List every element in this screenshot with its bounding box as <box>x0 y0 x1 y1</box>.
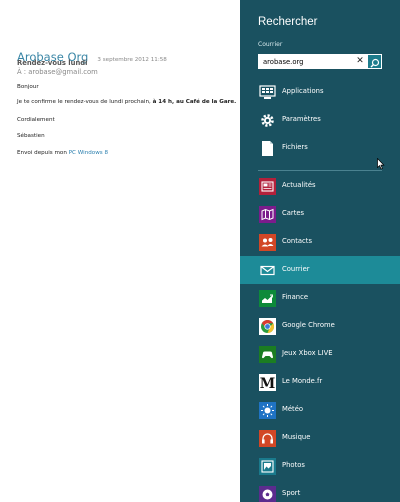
music-icon <box>259 430 276 447</box>
app-google-chrome[interactable]: Google Chrome <box>240 312 400 340</box>
settings-label: Paramètres <box>282 115 321 123</box>
app-xbox-games[interactable]: Jeux Xbox LIVE <box>240 340 400 368</box>
app-label: Courrier <box>282 265 310 273</box>
mail-closing: Cordialement <box>17 117 55 123</box>
applications-label: Applications <box>282 87 324 95</box>
app-contacts[interactable]: Contacts <box>240 228 400 256</box>
app-finance[interactable]: Finance <box>240 284 400 312</box>
mail-recipient: À : arobase@gmail.com <box>17 68 98 76</box>
search-box: ✕ <box>258 54 378 69</box>
mail-reading-pane: Arobase Org 3 septembre 2012 11:58 Rende… <box>0 0 240 502</box>
search-scope-files[interactable]: Fichiers <box>240 134 400 162</box>
settings-gear-icon <box>259 112 276 129</box>
app-label: Actualités <box>282 181 316 189</box>
mouse-pointer-icon <box>377 158 385 170</box>
mail-signature: Sébastien <box>17 133 45 139</box>
app-news[interactable]: Actualités <box>240 172 400 200</box>
app-label: Contacts <box>282 237 312 245</box>
mail-body-prefix: Je te confirme le rendez-vous de lundi p… <box>17 99 153 105</box>
search-button[interactable] <box>367 54 382 69</box>
app-label: Google Chrome <box>282 321 335 329</box>
app-label: Météo <box>282 405 304 413</box>
app-music[interactable]: Musique <box>240 424 400 452</box>
mail-sent-from-prefix: Envoi depuis mon <box>17 150 69 156</box>
app-label: Finance <box>282 293 309 301</box>
app-le-monde[interactable]: M Le Monde.fr <box>240 368 400 396</box>
files-icon <box>259 140 276 157</box>
mail-greeting: Bonjour <box>17 84 39 90</box>
app-sport[interactable]: Sport <box>240 480 400 502</box>
le-monde-icon: M <box>259 374 276 391</box>
applications-icon <box>259 84 276 101</box>
mail-icon <box>259 262 276 279</box>
app-label: Photos <box>282 461 305 469</box>
app-label: Jeux Xbox LIVE <box>282 349 333 357</box>
news-icon <box>259 178 276 195</box>
mail-body-bold: à 14 h, au Café de la Gare. <box>152 99 237 105</box>
files-label: Fichiers <box>282 143 308 151</box>
app-label: Sport <box>282 489 301 497</box>
clear-search-icon[interactable]: ✕ <box>355 54 365 69</box>
app-label: Le Monde.fr <box>282 377 323 385</box>
search-input[interactable] <box>260 54 352 69</box>
mail-sent-from-link[interactable]: PC Windows 8 <box>69 150 108 156</box>
mail-date: 3 septembre 2012 11:58 <box>97 57 167 63</box>
finance-icon <box>259 290 276 307</box>
xbox-games-icon <box>259 346 276 363</box>
search-scope-applications[interactable]: Applications <box>240 78 400 106</box>
app-mail[interactable]: Courrier <box>240 256 400 284</box>
photos-icon <box>259 458 276 475</box>
search-scope-label: Courrier <box>258 41 283 48</box>
app-label: Cartes <box>282 209 305 217</box>
search-icon <box>370 58 380 68</box>
divider <box>258 170 382 171</box>
chrome-icon <box>259 318 276 335</box>
mail-body-text: Je te confirme le rendez-vous de lundi p… <box>17 99 236 105</box>
mail-subject: Rendez-vous lundi <box>17 59 88 67</box>
search-charm-panel: Rechercher Courrier ✕ Applications <box>240 0 400 502</box>
contacts-icon <box>259 234 276 251</box>
mail-sent-from: Envoi depuis mon PC Windows 8 <box>17 150 108 156</box>
search-title: Rechercher <box>258 16 318 28</box>
svg-text:M: M <box>260 376 276 391</box>
app-label: Musique <box>282 433 311 441</box>
maps-icon <box>259 206 276 223</box>
search-scope-settings[interactable]: Paramètres <box>240 106 400 134</box>
weather-icon <box>259 402 276 419</box>
app-photos[interactable]: Photos <box>240 452 400 480</box>
app-maps[interactable]: Cartes <box>240 200 400 228</box>
app-weather[interactable]: Météo <box>240 396 400 424</box>
sport-icon <box>259 486 276 502</box>
